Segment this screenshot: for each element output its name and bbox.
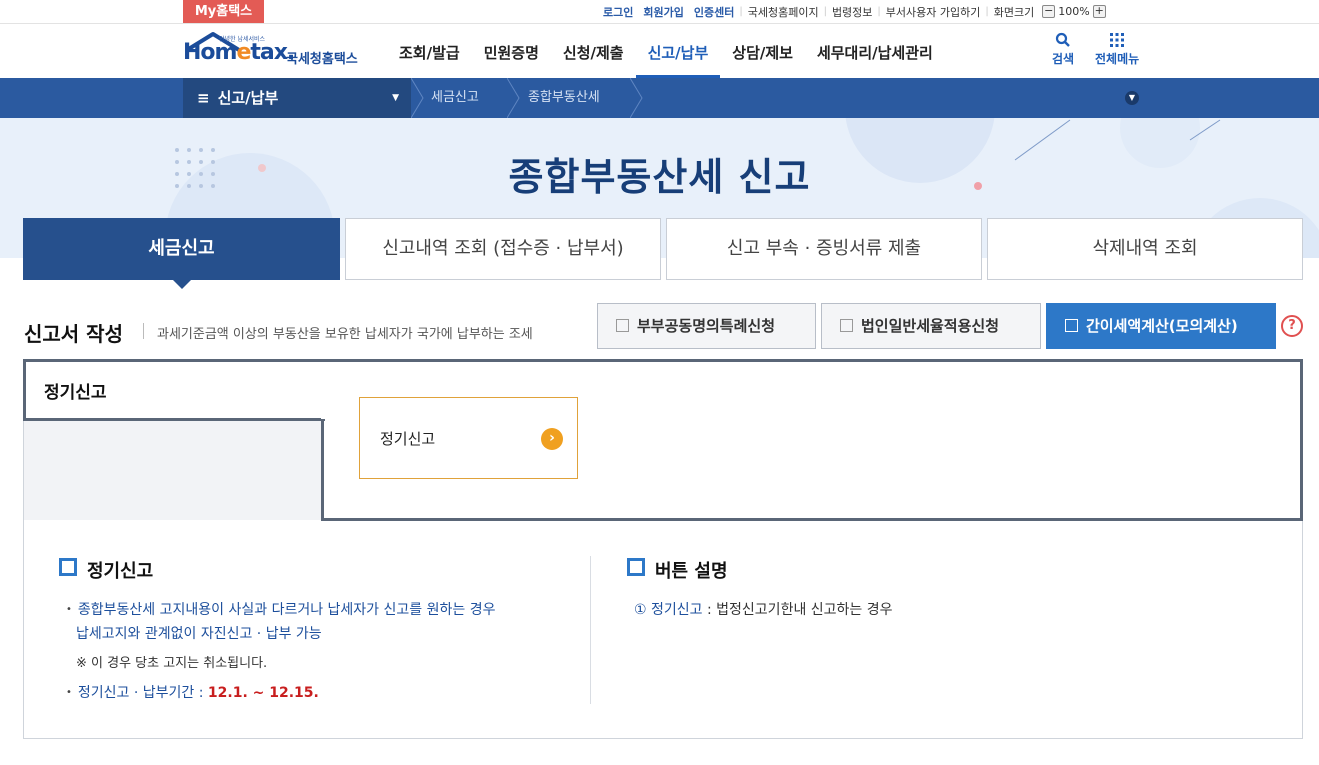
info-heading-buttons: 버튼 설명: [655, 561, 728, 582]
location-menu-label: 신고/납부: [217, 89, 279, 107]
nav-tax-agent[interactable]: 세무대리/납세관리: [805, 24, 945, 78]
nav-apply-submit[interactable]: 신청/제출: [551, 24, 636, 78]
button-label: 간이세액계산(모의계산): [1086, 317, 1238, 335]
button-label: 법인일반세율적용신청: [861, 317, 1000, 335]
tab-tax-report[interactable]: 세금신고: [23, 218, 340, 289]
divider: [590, 556, 591, 704]
info-line: • 종합부동산세 고지내용이 사실과 다르거나 납세자가 신고를 원하는 경우: [66, 602, 496, 618]
checkbox-icon: [840, 319, 853, 332]
breadcrumb-comprehensive-real-estate-tax[interactable]: 종합부동산세: [528, 78, 600, 118]
report-tab-join: [321, 362, 325, 419]
section-square-icon: [627, 558, 648, 579]
zoom-in-button[interactable]: +: [1092, 5, 1106, 18]
regular-report-tab-label: 정기신고: [44, 383, 107, 403]
nav-civil-certificate[interactable]: 민원증명: [472, 24, 551, 78]
location-bar: ≡ 신고/납부 ▼ 세금신고 종합부동산세 ▼: [0, 78, 1319, 118]
expand-chevron-icon[interactable]: ▼: [1125, 91, 1139, 105]
corporate-tax-rate-button[interactable]: 법인일반세율적용신청: [821, 303, 1041, 349]
my-hometax-link[interactable]: My홈택스: [183, 0, 264, 23]
regular-report-card[interactable]: 정기신고 ›: [359, 397, 578, 479]
nts-homepage-link[interactable]: 국세청홈페이지: [743, 4, 824, 20]
info-note: ※ 이 경우 당초 고지는 취소됩니다.: [76, 656, 268, 671]
info-period: • 정기신고 · 납부기간 : 12.1. ~ 12.15.: [66, 685, 319, 701]
grid-menu-icon: [1095, 32, 1139, 50]
cert-center-link[interactable]: 인증센터: [689, 4, 739, 20]
simple-tax-calc-button[interactable]: 간이세액계산(모의계산): [1046, 303, 1276, 349]
tab-deleted-history[interactable]: 삭제내역 조회: [987, 218, 1303, 280]
checkbox-icon: [1065, 319, 1078, 332]
divider: [143, 323, 144, 339]
nav-consult-report[interactable]: 상담/제보: [720, 24, 805, 78]
main-header: 안녕한 납세서비스 Hometax. 국세청홈택스 조회/발급 민원증명 신청/…: [0, 24, 1319, 78]
hometax-logo[interactable]: 안녕한 납세서비스 Hometax. 국세청홈택스: [183, 30, 368, 74]
breadcrumb-separator-icon: [507, 78, 520, 118]
utility-links: 로그인 회원가입 인증센터 | 국세청홈페이지 | 법령정보 | 부서사용자 가…: [598, 0, 1109, 23]
card-label: 정기신고: [380, 430, 436, 448]
page-title: 종합부동산세 신고: [508, 155, 811, 199]
nav-report-payment[interactable]: 신고/납부: [635, 24, 721, 78]
section-title: 신고서 작성: [24, 322, 123, 346]
section-description: 과세기준금액 이상의 부동산을 보유한 납세자가 국가에 납부하는 조세: [157, 327, 533, 342]
global-navigation: 조회/발급 민원증명 신청/제출 신고/납부 상담/제보 세무대리/납세관리: [387, 24, 945, 78]
report-panel-border: [321, 419, 324, 521]
hamburger-icon: ≡: [197, 89, 210, 107]
dropdown-arrow-icon: ▼: [392, 93, 399, 103]
zoom-value: 100%: [1058, 5, 1090, 18]
button-description: ① 정기신고 : 법정신고기한내 신고하는 경우: [634, 602, 893, 618]
breadcrumb-separator-icon: [630, 78, 643, 118]
logo-wordmark: Hometax.: [183, 40, 295, 65]
button-label: 부부공동명의특례신청: [637, 317, 776, 335]
breadcrumb-tax-report[interactable]: 세금신고: [431, 78, 479, 118]
all-menu-label: 전체메뉴: [1095, 52, 1140, 66]
nav-inquiry-issue[interactable]: 조회/발급: [387, 24, 472, 78]
signup-link[interactable]: 회원가입: [638, 4, 688, 20]
search-label: 검색: [1052, 52, 1075, 66]
tab-report-history[interactable]: 신고내역 조회 (접수증 · 납부서): [345, 218, 661, 280]
login-link[interactable]: 로그인: [598, 4, 638, 20]
screen-size-label: 화면크기: [993, 5, 1035, 19]
joint-ownership-special-button[interactable]: 부부공동명의특례신청: [597, 303, 816, 349]
all-menu-button[interactable]: 전체메뉴: [1095, 32, 1139, 67]
law-info-link[interactable]: 법령정보: [827, 4, 877, 20]
tab-attach-documents[interactable]: 신고 부속 · 증빙서류 제출: [666, 218, 982, 280]
section-square-icon: [59, 558, 80, 579]
search-icon: [1052, 32, 1074, 50]
report-left-background: [24, 421, 322, 520]
location-menu-dropdown[interactable]: ≡ 신고/납부 ▼: [183, 78, 411, 118]
info-heading-regular: 정기신고: [87, 561, 154, 582]
dept-user-signup-link[interactable]: 부서사용자 가입하기: [881, 4, 986, 20]
breadcrumb-separator-icon: [411, 78, 424, 118]
arrow-right-icon: ›: [541, 428, 563, 450]
checkbox-icon: [616, 319, 629, 332]
search-button[interactable]: 검색: [1052, 32, 1074, 67]
logo-korean-name: 국세청홈택스: [286, 52, 358, 67]
info-line: 납세고지와 관계없이 자진신고 · 납부 가능: [76, 626, 322, 642]
zoom-out-button[interactable]: −: [1042, 5, 1056, 18]
help-icon[interactable]: ?: [1281, 315, 1303, 337]
utility-bar: My홈택스 로그인 회원가입 인증센터 | 국세청홈페이지 | 법령정보 | 부…: [0, 0, 1319, 24]
